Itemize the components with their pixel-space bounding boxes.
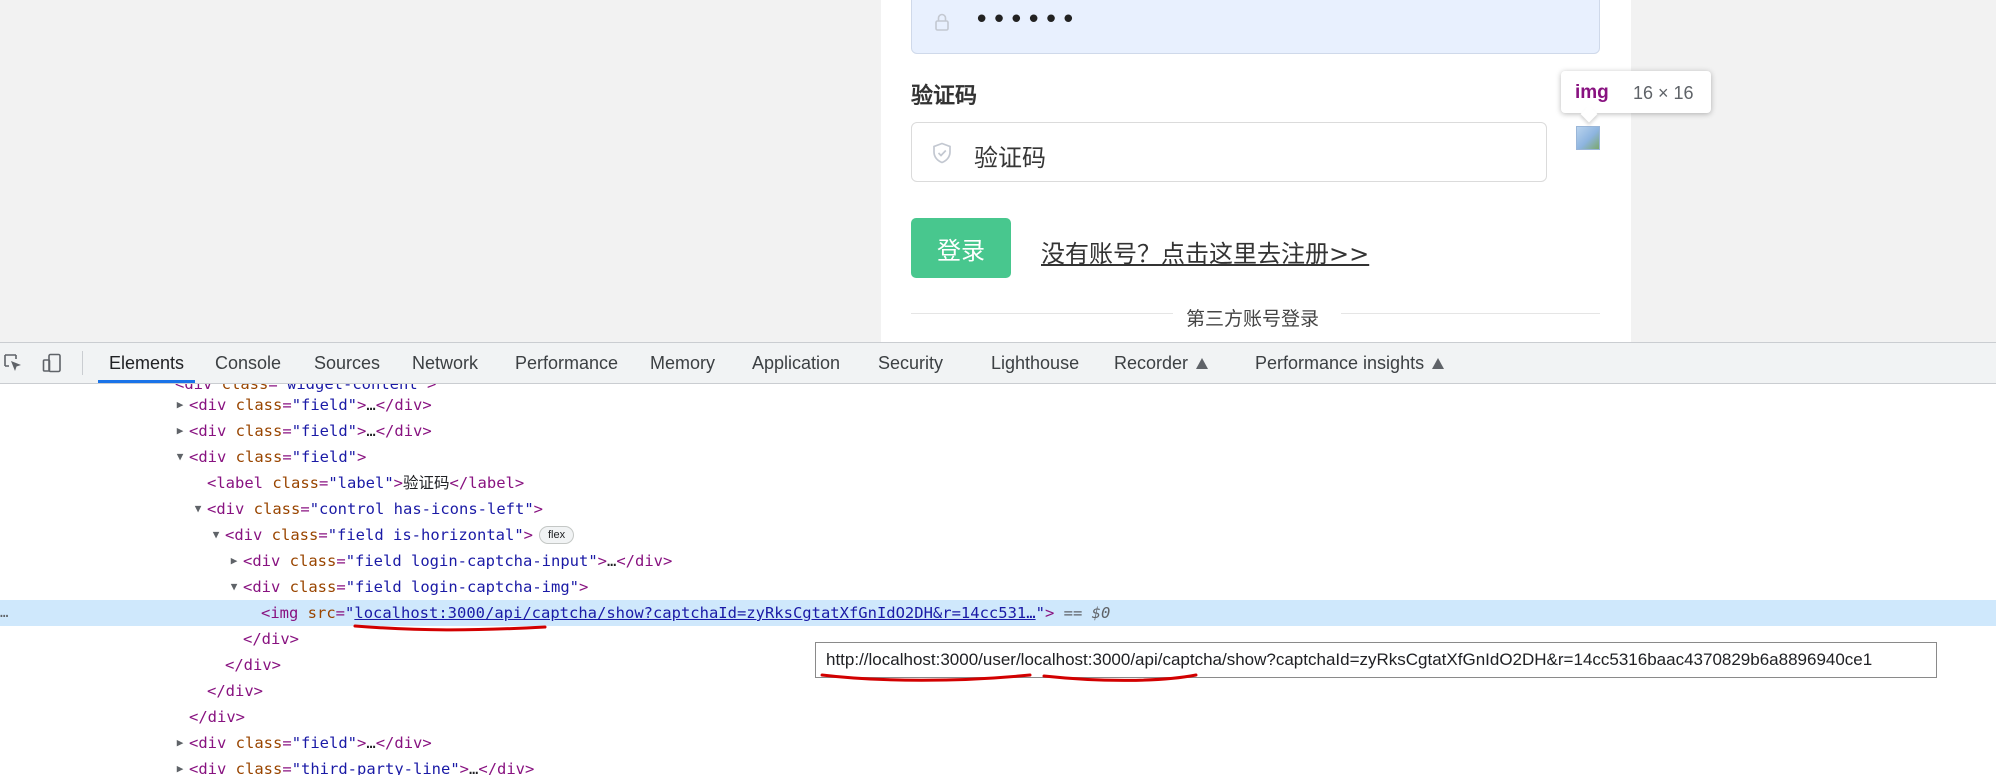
url-tooltip: http://localhost:3000/user/localhost:300… <box>815 642 1937 678</box>
inspect-element-icon[interactable] <box>3 353 23 373</box>
tooltip-size: 16 × 16 <box>1633 83 1694 103</box>
dom-node[interactable]: ▶ <div class="field">…</div> <box>0 418 1996 444</box>
toolbar-separator <box>82 351 83 375</box>
tab-label: Lighthouse <box>991 353 1080 373</box>
expand-arrow-icon[interactable]: ▶ <box>174 730 186 756</box>
login-card: •••••• 验证码 验证码 img 16 × 16 登录 没有账号？点击这里去… <box>881 0 1711 342</box>
tab-label: Network <box>412 353 479 373</box>
tab-label: Application <box>752 353 841 373</box>
tab-label: Sources <box>314 353 381 373</box>
tab-label: Performance <box>515 353 619 373</box>
tab-sources[interactable]: Sources <box>314 343 380 383</box>
img-src-link[interactable]: localhost:3000/api/captcha/show?captchaI… <box>354 604 1035 622</box>
dom-node[interactable]: ▼ <div class="field is-horizontal"> flex <box>0 522 1996 548</box>
tab-label: Security <box>878 353 944 373</box>
dom-node[interactable]: <label class="label">验证码</label> <box>0 470 1996 496</box>
register-link[interactable]: 没有账号？点击这里去注册>> <box>1041 234 1369 269</box>
tab-network[interactable]: Network <box>412 343 478 383</box>
password-field[interactable]: •••••• <box>911 0 1600 54</box>
shield-icon <box>933 142 951 164</box>
tab-elements[interactable]: Elements <box>98 343 196 383</box>
third-party-divider: 第三方账号登录 <box>1186 308 1320 330</box>
captcha-image[interactable] <box>1576 126 1600 150</box>
experimental-flask-icon <box>1432 358 1445 369</box>
devtools-toolbar: Elements Console Sources Network Perform… <box>0 343 1996 384</box>
captcha-input[interactable]: 验证码 <box>911 122 1547 182</box>
dom-node[interactable]: ▶ <div class="field login-captcha-input"… <box>0 548 1996 574</box>
password-value: •••••• <box>974 5 1079 35</box>
dom-node[interactable]: ▼ <div class="field"> <box>0 444 1996 470</box>
tab-application[interactable]: Application <box>752 343 840 383</box>
tooltip-tag: img <box>1575 82 1609 103</box>
tab-label: Elements <box>109 353 185 373</box>
dom-node[interactable]: ▶ <div class="field">…</div> <box>0 392 1996 418</box>
tab-performance[interactable]: Performance <box>515 343 618 383</box>
element-tooltip: img 16 × 16 <box>1561 71 1711 113</box>
tab-label: Performance insights <box>1255 353 1425 373</box>
dom-node[interactable]: ▶ <div class="field">…</div> <box>0 730 1996 756</box>
tab-label: Console <box>215 353 282 373</box>
tab-lighthouse[interactable]: Lighthouse <box>991 343 1079 383</box>
elements-dom-tree: <div class="widget-content"> ▶ <div clas… <box>0 384 1996 775</box>
dom-node[interactable]: </div> <box>0 678 1996 704</box>
more-options-dots[interactable]: … <box>0 600 8 626</box>
devtools-panel: Elements Console Sources Network Perform… <box>0 342 1996 775</box>
collapse-arrow-icon[interactable]: ▼ <box>192 496 204 522</box>
dom-node[interactable]: ▼ <div class="field login-captcha-img"> <box>0 574 1996 600</box>
expand-arrow-icon[interactable]: ▶ <box>174 418 186 444</box>
captcha-label: 验证码 <box>911 84 978 109</box>
collapse-arrow-icon[interactable]: ▼ <box>174 444 186 470</box>
tab-recorder[interactable]: Recorder <box>1114 343 1209 383</box>
experimental-flask-icon <box>1196 358 1209 369</box>
divider-line-right <box>1341 313 1600 314</box>
divider-line-left <box>911 313 1173 314</box>
tab-performance-insights[interactable]: Performance insights <box>1255 343 1445 383</box>
collapse-arrow-icon[interactable]: ▼ <box>228 574 240 600</box>
tab-label: Recorder <box>1114 353 1189 373</box>
collapse-arrow-icon[interactable]: ▼ <box>210 522 222 548</box>
page-viewport: •••••• 验证码 验证码 img 16 × 16 登录 没有账号？点击这里去… <box>0 0 1996 342</box>
expand-arrow-icon[interactable]: ▶ <box>228 548 240 574</box>
dom-node[interactable]: </div> <box>0 704 1996 730</box>
tab-console[interactable]: Console <box>215 343 281 383</box>
tab-memory[interactable]: Memory <box>650 343 715 383</box>
dom-node-selected[interactable]: … <img src="localhost:3000/api/captcha/s… <box>0 600 1996 626</box>
login-button[interactable]: 登录 <box>911 218 1011 278</box>
expand-arrow-icon[interactable]: ▶ <box>174 756 186 775</box>
tab-security[interactable]: Security <box>878 343 943 383</box>
dom-node[interactable]: ▼ <div class="control has-icons-left"> <box>0 496 1996 522</box>
device-toolbar-icon[interactable] <box>42 353 62 373</box>
flex-badge[interactable]: flex <box>539 526 575 544</box>
expand-arrow-icon[interactable]: ▶ <box>174 392 186 418</box>
captcha-placeholder: 验证码 <box>974 144 1046 172</box>
lock-icon <box>935 13 949 31</box>
tab-label: Memory <box>650 353 716 373</box>
dom-node[interactable]: ▶ <div class="third-party-line">…</div> <box>0 756 1996 775</box>
